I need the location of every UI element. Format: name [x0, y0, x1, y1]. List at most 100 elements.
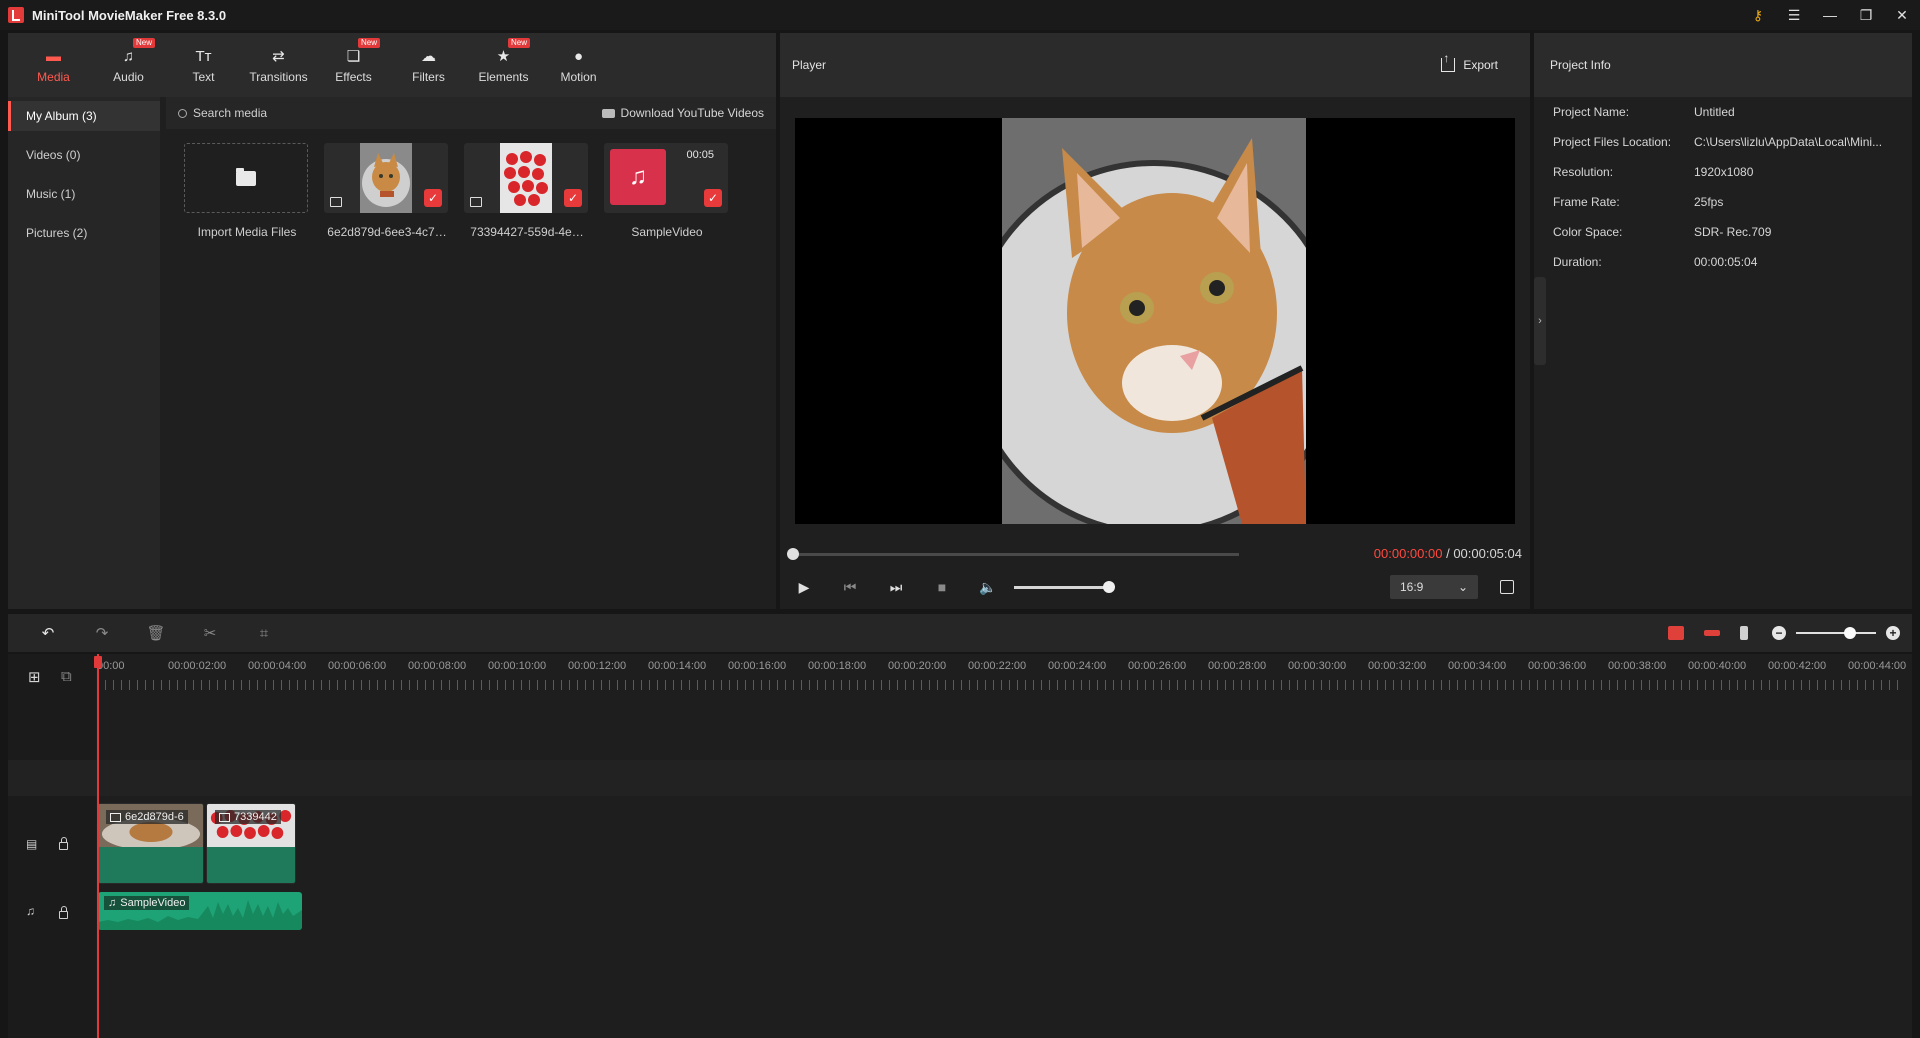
search-input[interactable]: Search media: [178, 106, 267, 120]
media-item-label: SampleVideo: [631, 225, 703, 239]
playback-controls: ▶ ⏮ ⏭ ■ 🔈 16:9 ⌄: [792, 575, 1518, 599]
minimize-icon[interactable]: —: [1812, 0, 1848, 30]
fullscreen-icon[interactable]: [1500, 580, 1514, 594]
project-info-panel: Project Info Project Name: Untitled Proj…: [1534, 33, 1912, 609]
preview-screen[interactable]: [795, 118, 1515, 524]
audio-clip[interactable]: ♫ SampleVideo: [98, 892, 302, 930]
key-icon[interactable]: ⚷: [1740, 0, 1776, 30]
tab-label: Motion: [560, 70, 597, 84]
chevron-right-icon: ›: [1538, 315, 1542, 327]
close-icon[interactable]: ✕: [1884, 0, 1920, 30]
playhead[interactable]: [97, 654, 99, 1038]
player-header: Player Export: [780, 33, 1530, 97]
playhead-handle[interactable]: [94, 656, 102, 668]
music-note-icon: ♫: [108, 897, 117, 909]
tab-audio[interactable]: New ♫ Audio: [91, 33, 166, 97]
previous-frame-icon[interactable]: ⏮: [838, 575, 862, 599]
media-thumbnail[interactable]: ✓: [464, 143, 588, 213]
next-frame-icon[interactable]: ⏭: [884, 575, 908, 599]
media-item[interactable]: ✓ 73394427-559d-4e…: [464, 143, 590, 239]
clip-name: 7339442: [234, 811, 277, 823]
maximize-icon[interactable]: ❐: [1848, 0, 1884, 30]
split-icon[interactable]: ✂: [192, 615, 228, 651]
ruler-time-label: 00:00:30:00: [1288, 660, 1347, 672]
checkmark-icon[interactable]: ✓: [424, 189, 442, 207]
tab-motion[interactable]: ● Motion: [541, 33, 616, 97]
info-row: Project Name: Untitled: [1534, 97, 1912, 127]
media-item-label: 6e2d879d-6ee3-4c7…: [327, 225, 447, 239]
tab-transitions[interactable]: ⇄ Transitions: [241, 33, 316, 97]
add-track-icon[interactable]: ⊞: [28, 668, 41, 686]
zoom-out-icon[interactable]: −: [1772, 626, 1786, 640]
elements-icon: ★: [496, 48, 511, 65]
image-type-icon: [470, 197, 482, 207]
lock-icon[interactable]: [59, 837, 68, 850]
current-time: 00:00:00:00: [1373, 546, 1443, 561]
import-media-button[interactable]: [184, 143, 308, 213]
fit-timeline-icon[interactable]: [1740, 626, 1748, 640]
stop-icon[interactable]: ■: [930, 575, 954, 599]
ruler-time-label: 00:00:22:00: [968, 660, 1027, 672]
undo-icon[interactable]: ↶: [30, 615, 66, 651]
zoom-slider[interactable]: [1796, 627, 1876, 639]
track-header-column: [8, 654, 96, 1038]
info-row: Resolution: 1920x1080: [1534, 157, 1912, 187]
snap-icon[interactable]: [1668, 626, 1684, 640]
empty-track: [8, 760, 1912, 796]
download-youtube-button[interactable]: Download YouTube Videos: [601, 106, 764, 120]
delete-icon[interactable]: 🗑: [138, 615, 174, 651]
copy-track-icon[interactable]: ⧉: [61, 668, 72, 685]
play-icon[interactable]: ▶: [792, 575, 816, 599]
collapse-panel-handle[interactable]: ›: [1534, 277, 1546, 365]
tab-effects[interactable]: New ❏ Effects: [316, 33, 391, 97]
album-item-pictures[interactable]: Pictures (2): [8, 218, 160, 248]
player-title: Player: [792, 58, 827, 72]
album-item-music[interactable]: Music (1): [8, 179, 160, 209]
image-type-icon: [110, 812, 121, 822]
volume-handle[interactable]: [1103, 580, 1115, 593]
info-value: Untitled: [1694, 105, 1735, 119]
total-time: 00:00:05:04: [1453, 546, 1522, 561]
crop-icon[interactable]: ⌗: [246, 615, 282, 651]
aspect-ratio-select[interactable]: 16:9 ⌄: [1390, 575, 1478, 599]
ruler-time-label: 00:00:14:00: [648, 660, 707, 672]
video-clip[interactable]: 7339442: [206, 803, 296, 884]
progress-handle[interactable]: [787, 548, 799, 560]
export-label: Export: [1463, 58, 1498, 72]
info-value: SDR- Rec.709: [1694, 225, 1772, 239]
cat-thumbnail-image: [360, 143, 412, 213]
tab-text[interactable]: Tт Text: [166, 33, 241, 97]
redo-icon[interactable]: ↷: [84, 615, 120, 651]
export-button[interactable]: Export: [1441, 51, 1498, 72]
media-thumbnail[interactable]: ♫ 00:05 ✓: [604, 143, 728, 213]
tab-filters[interactable]: ☁ Filters: [391, 33, 466, 97]
volume-slider[interactable]: [1014, 580, 1115, 593]
lock-icon[interactable]: [59, 906, 68, 919]
media-item[interactable]: ♫ 00:05 ✓ SampleVideo: [604, 143, 730, 239]
menu-icon[interactable]: ☰: [1776, 0, 1812, 30]
info-label: Duration:: [1553, 255, 1602, 269]
tab-media[interactable]: ▬ Media: [16, 33, 91, 97]
time-ruler[interactable]: 00:00 00:00:02:00 00:00:04:00 00:00:06:00 00…: [97, 654, 1906, 690]
album-item-videos[interactable]: Videos (0): [8, 140, 160, 170]
progress-track[interactable]: [792, 553, 1239, 556]
video-clip[interactable]: 6e2d879d-6: [97, 803, 204, 884]
media-grid: Import Media Files ✓ 6e2d879d-6ee3-4c7… …: [166, 129, 776, 239]
ruler-time-label: 00:00:32:00: [1368, 660, 1427, 672]
timecode: 00:00:00:00 / 00:00:05:04: [1374, 546, 1522, 561]
checkmark-icon[interactable]: ✓: [704, 189, 722, 207]
media-item[interactable]: ✓ 6e2d879d-6ee3-4c7…: [324, 143, 450, 239]
split-audio-icon[interactable]: [1704, 630, 1720, 636]
ruler-time-label: 00:00:44:00: [1848, 660, 1907, 672]
info-value: 25fps: [1694, 195, 1724, 209]
zoom-in-icon[interactable]: +: [1886, 626, 1900, 640]
zoom-handle[interactable]: [1844, 627, 1856, 639]
album-item-my-album[interactable]: My Album (3): [8, 101, 160, 131]
tab-label: Audio: [113, 70, 144, 84]
import-media-card[interactable]: Import Media Files: [184, 143, 310, 239]
checkmark-icon[interactable]: ✓: [564, 189, 582, 207]
info-label: Project Name:: [1553, 105, 1630, 119]
media-thumbnail[interactable]: ✓: [324, 143, 448, 213]
tab-elements[interactable]: New ★ Elements: [466, 33, 541, 97]
volume-icon[interactable]: 🔈: [976, 575, 1000, 599]
